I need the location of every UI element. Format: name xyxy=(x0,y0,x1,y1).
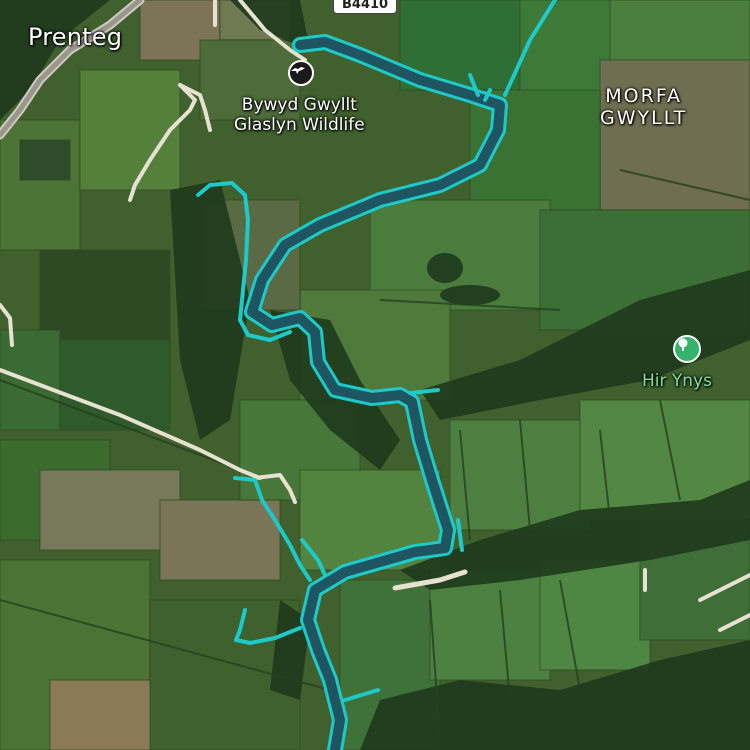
place-label-prenteg[interactable]: Prenteg xyxy=(28,23,122,52)
wildlife-line2: Glaslyn Wildlife xyxy=(234,114,365,135)
poi-label-hir-ynys[interactable]: Hir Ynys xyxy=(642,371,712,392)
poi-label-glaslyn-wildlife[interactable]: Bywyd Gwyllt Glaslyn Wildlife xyxy=(234,95,365,135)
place-label-morfa-gwyllt[interactable]: MORFA GWYLLT xyxy=(600,85,688,130)
osprey-bird-icon[interactable] xyxy=(288,60,314,86)
map-view[interactable]: B4410 Prenteg MORFA GWYLLT Bywyd Gwyllt … xyxy=(0,0,750,750)
morfa-line2: GWYLLT xyxy=(600,106,688,129)
wildlife-line1: Bywyd Gwyllt xyxy=(241,95,357,115)
road-shield-b4410: B4410 xyxy=(333,0,398,14)
road-shield-label: B4410 xyxy=(342,0,389,12)
tree-icon[interactable] xyxy=(673,335,701,363)
morfa-line1: MORFA xyxy=(605,85,682,107)
